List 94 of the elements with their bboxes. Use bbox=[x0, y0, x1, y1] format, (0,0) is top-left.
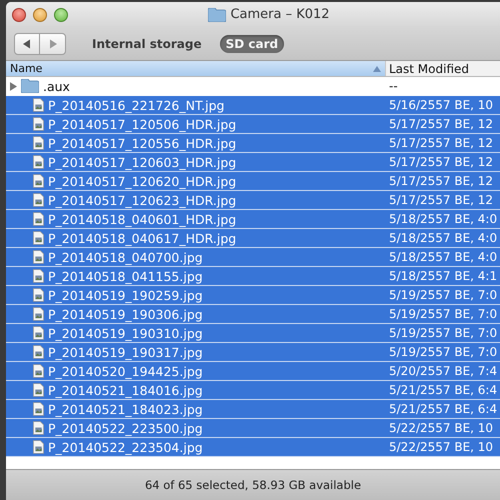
image-file-icon bbox=[33, 288, 44, 302]
modified-date: 5/17/2557 BE, 12 bbox=[389, 174, 494, 188]
modified-date: 5/17/2557 BE, 12 bbox=[389, 117, 494, 131]
location-button[interactable]: Internal storage bbox=[86, 34, 208, 52]
modified-date: 5/18/2557 BE, 4:0 bbox=[389, 212, 498, 226]
file-name: P_20140522_223504.jpg bbox=[48, 440, 203, 454]
file-row[interactable]: P_20140516_221726_NT.jpg 5/16/2557 BE, 10 bbox=[6, 96, 500, 115]
file-name: .aux bbox=[43, 78, 70, 94]
modified-date: 5/22/2557 BE, 10 bbox=[389, 440, 494, 454]
image-file-icon bbox=[33, 98, 44, 112]
image-file-icon bbox=[33, 193, 44, 207]
image-file-icon bbox=[33, 117, 44, 131]
image-file-icon bbox=[33, 269, 44, 283]
file-row[interactable]: P_20140518_041155.jpg 5/18/2557 BE, 4:1 bbox=[6, 267, 500, 286]
file-name: P_20140521_184023.jpg bbox=[48, 402, 203, 416]
image-file-icon bbox=[33, 383, 44, 397]
modified-date: -- bbox=[389, 79, 398, 93]
collapsed-triangle-icon[interactable] bbox=[10, 82, 17, 90]
file-name: P_20140519_190306.jpg bbox=[48, 306, 203, 322]
modified-date: 5/17/2557 BE, 12 bbox=[389, 155, 494, 169]
image-file-icon bbox=[33, 250, 44, 264]
file-name: P_20140518_040700.jpg bbox=[48, 250, 203, 264]
file-row[interactable]: P_20140521_184016.jpg 5/21/2557 BE, 6:4 bbox=[6, 381, 500, 400]
file-row[interactable]: P_20140522_223504.jpg 5/22/2557 BE, 10 bbox=[6, 438, 500, 457]
image-file-icon bbox=[33, 307, 44, 321]
modified-date: 5/19/2557 BE, 7:0 bbox=[389, 326, 498, 340]
modified-date: 5/16/2557 BE, 10 bbox=[389, 98, 494, 112]
image-file-icon bbox=[33, 231, 44, 245]
image-file-icon bbox=[33, 174, 44, 188]
left-triangle-icon bbox=[22, 38, 32, 48]
modified-date: 5/17/2557 BE, 12 bbox=[389, 193, 494, 207]
close-button[interactable] bbox=[12, 8, 26, 22]
modified-date: 5/21/2557 BE, 6:4 bbox=[389, 402, 498, 416]
modified-date: 5/19/2557 BE, 7:0 bbox=[389, 307, 498, 321]
modified-date: 5/20/2557 BE, 7:4 bbox=[389, 364, 498, 378]
folder-icon bbox=[208, 8, 226, 22]
image-file-icon bbox=[33, 136, 44, 150]
file-row[interactable]: P_20140518_040617_HDR.jpg 5/18/2557 BE, 4:0 bbox=[6, 229, 500, 248]
location-button[interactable]: SD card bbox=[220, 34, 284, 52]
back-button[interactable] bbox=[14, 32, 40, 54]
file-name: P_20140522_223500.jpg bbox=[48, 420, 203, 436]
modified-date: 5/18/2557 BE, 4:1 bbox=[389, 269, 498, 283]
file-row[interactable]: P_20140521_184023.jpg 5/21/2557 BE, 6:4 bbox=[6, 400, 500, 419]
file-name: P_20140518_041155.jpg bbox=[48, 268, 203, 284]
file-row[interactable]: P_20140519_190306.jpg 5/19/2557 BE, 7:0 bbox=[6, 305, 500, 324]
file-name: P_20140517_120603_HDR.jpg bbox=[48, 154, 236, 170]
modified-date: 5/22/2557 BE, 10 bbox=[389, 421, 494, 435]
file-row[interactable]: P_20140517_120620_HDR.jpg 5/17/2557 BE, 12 bbox=[6, 172, 500, 191]
file-name: P_20140517_120623_HDR.jpg bbox=[48, 192, 236, 208]
image-file-icon bbox=[33, 364, 44, 378]
image-file-icon bbox=[33, 212, 44, 226]
file-name: P_20140517_120620_HDR.jpg bbox=[48, 174, 236, 188]
file-row[interactable]: P_20140519_190317.jpg 5/19/2557 BE, 7:0 bbox=[6, 343, 500, 362]
right-triangle-icon bbox=[48, 38, 58, 48]
modified-date: 5/17/2557 BE, 12 bbox=[389, 136, 494, 150]
file-row[interactable]: P_20140518_040700.jpg 5/18/2557 BE, 4:0 bbox=[6, 248, 500, 267]
file-name: P_20140517_120556_HDR.jpg bbox=[48, 136, 236, 150]
file-row[interactable]: P_20140522_223500.jpg 5/22/2557 BE, 10 bbox=[6, 419, 500, 438]
file-name: P_20140517_120506_HDR.jpg bbox=[48, 116, 236, 132]
file-row[interactable]: P_20140519_190310.jpg 5/19/2557 BE, 7:0 bbox=[6, 324, 500, 343]
image-file-icon bbox=[33, 155, 44, 169]
file-row[interactable]: P_20140517_120556_HDR.jpg 5/17/2557 BE, 12 bbox=[6, 134, 500, 153]
file-row[interactable]: P_20140518_040601_HDR.jpg 5/18/2557 BE, 4:0 bbox=[6, 210, 500, 229]
file-name: P_20140521_184016.jpg bbox=[48, 382, 203, 398]
file-name: P_20140519_190317.jpg bbox=[48, 344, 203, 360]
file-name: P_20140519_190310.jpg bbox=[48, 326, 203, 340]
file-row[interactable]: P_20140519_190259.jpg 5/19/2557 BE, 7:0 bbox=[6, 286, 500, 305]
modified-date: 5/21/2557 BE, 6:4 bbox=[389, 383, 498, 397]
image-file-icon bbox=[33, 345, 44, 359]
column-header[interactable]: Name bbox=[6, 61, 386, 76]
file-name: P_20140520_194425.jpg bbox=[48, 364, 203, 378]
image-file-icon bbox=[33, 326, 44, 340]
image-file-icon bbox=[33, 402, 44, 416]
file-name: P_20140518_040601_HDR.jpg bbox=[48, 212, 236, 226]
file-name: P_20140519_190259.jpg bbox=[48, 288, 203, 302]
minimize-button[interactable] bbox=[33, 8, 47, 22]
file-row[interactable]: P_20140517_120623_HDR.jpg 5/17/2557 BE, 12 bbox=[6, 191, 500, 210]
file-name: P_20140516_221726_NT.jpg bbox=[48, 98, 224, 112]
file-row[interactable]: P_20140517_120506_HDR.jpg 5/17/2557 BE, 12 bbox=[6, 115, 500, 134]
file-row[interactable]: P_20140520_194425.jpg 5/20/2557 BE, 7:4 bbox=[6, 362, 500, 381]
modified-date: 5/19/2557 BE, 7:0 bbox=[389, 288, 498, 302]
image-file-icon bbox=[33, 421, 44, 435]
modified-date: 5/18/2557 BE, 4:0 bbox=[389, 231, 498, 245]
sort-arrow-icon bbox=[373, 66, 381, 72]
status-text: 64 of 65 selected, 58.93 GB available bbox=[6, 469, 500, 500]
file-name: P_20140518_040617_HDR.jpg bbox=[48, 230, 236, 246]
file-row[interactable]: P_20140517_120603_HDR.jpg 5/17/2557 BE, 12 bbox=[6, 153, 500, 172]
window-title: Camera – K012 bbox=[230, 7, 330, 22]
column-header[interactable]: Last Modified bbox=[386, 61, 500, 76]
image-file-icon bbox=[33, 440, 44, 454]
modified-date: 5/19/2557 BE, 7:0 bbox=[389, 345, 498, 359]
zoom-button[interactable] bbox=[54, 8, 68, 22]
folder-icon bbox=[21, 79, 39, 93]
modified-date: 5/18/2557 BE, 4:0 bbox=[389, 250, 498, 264]
